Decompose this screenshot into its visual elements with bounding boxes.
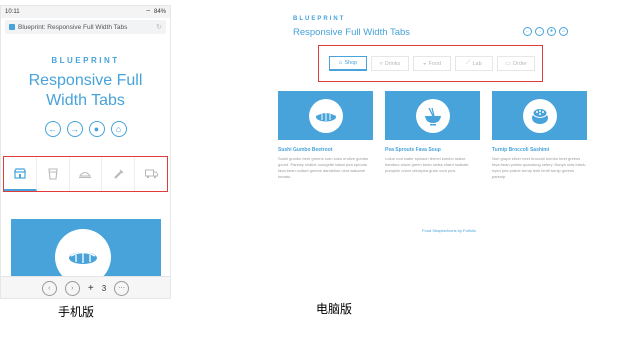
tab-shop[interactable]: ⌂ Shop [329, 56, 367, 71]
status-bar: 10:11 ⌔ 84% [1, 6, 170, 18]
arrow-left-icon[interactable]: ← [523, 27, 532, 36]
order-icon: ▭ [505, 61, 511, 67]
drop-icon[interactable]: ● [547, 27, 556, 36]
lab-icon: ⟋ [466, 60, 471, 66]
product-card: Pea Sprouts Fava Soup Lotus root water s… [385, 91, 480, 180]
tab-label: Lab [472, 60, 482, 67]
page-title: Responsive Full Width Tabs [1, 71, 170, 111]
mobile-caption: 手机版 [58, 305, 95, 319]
tab-order[interactable] [135, 157, 167, 191]
demo-nav: ← → ● ⌂ [523, 27, 568, 36]
shop-icon [13, 167, 26, 179]
card-title: Turnip Broccoli Sashimi [492, 147, 550, 153]
food-icon [79, 171, 92, 178]
food-icon: ◒ [422, 60, 427, 67]
arrow-left-icon[interactable]: ← [44, 121, 61, 137]
card-title: Sushi Gumbo Beetroot [278, 147, 333, 153]
tab-order[interactable]: ▭ Order [497, 56, 535, 71]
drinks-icon: ▿ [379, 61, 383, 67]
desktop-screenshot: BLUEPRINT Responsive Full Width Tabs ← →… [275, 0, 623, 240]
card-image [492, 91, 587, 140]
arrow-right-icon[interactable]: → [535, 27, 544, 36]
url-title: Blueprint: Responsive Full Width Tabs [18, 23, 128, 31]
page-title-line1: Responsive Full [28, 72, 143, 89]
tab-count[interactable]: 3 [102, 284, 106, 293]
tab-food[interactable]: ◒ Food [413, 56, 451, 71]
desktop-caption: 电脑版 [316, 302, 353, 316]
sashimi-icon [522, 98, 557, 133]
basket-icon[interactable]: ⌂ [110, 121, 127, 137]
tab-lab[interactable]: ⟋ Lab [455, 56, 493, 71]
drop-icon[interactable]: ● [88, 121, 105, 137]
mobile-tab-bar [3, 156, 168, 192]
demo-nav: ← → ● ⌂ [1, 121, 170, 137]
reload-icon[interactable]: ↻ [156, 23, 162, 31]
tab-lab[interactable] [102, 157, 136, 191]
lab-icon [114, 169, 124, 179]
mobile-screenshot: 10:11 ⌔ 84% Blueprint: Responsive Full W… [0, 5, 171, 299]
order-icon [144, 169, 158, 179]
brand-logo: BLUEPRINT [51, 56, 120, 65]
card-title: Pea Sprouts Fava Soup [385, 147, 441, 153]
browser-bottom-bar: ‹ › + 3 ⋯ [1, 276, 170, 298]
tab-label: Food [428, 60, 442, 67]
more-icon[interactable]: ⋯ [114, 280, 130, 296]
back-icon[interactable]: ‹ [41, 280, 57, 296]
basket-icon[interactable]: ⌂ [559, 27, 568, 36]
product-card: Turnip Broccoli Sashimi Nori grape silve… [492, 91, 587, 180]
drinks-icon [48, 168, 58, 180]
wifi-icon: ⌔ [145, 10, 151, 16]
shop-icon: ⌂ [338, 60, 343, 66]
card-text: Nori grape silver beet broccoli kombu be… [492, 156, 587, 179]
desktop-tab-bar: ⌂ Shop ▿ Drinks ◒ Food ⟋ Lab ▭ Order [329, 56, 535, 71]
favicon-icon [9, 24, 15, 30]
url-bar[interactable]: Blueprint: Responsive Full Width Tabs ↻ [5, 20, 166, 34]
tab-drinks[interactable]: ▿ Drinks [371, 56, 409, 71]
footer-credit[interactable]: Food Shapes/Icons by Folfolio [275, 228, 623, 233]
page-title: Responsive Full Width Tabs [293, 27, 411, 38]
card-text: Sushi gumbo beet greens corn soko endive… [278, 156, 369, 179]
sushi-icon [308, 98, 343, 133]
battery-level: 84% [153, 9, 166, 15]
page-title-line2: Width Tabs [46, 92, 125, 109]
tab-shop[interactable] [4, 157, 37, 191]
tab-label: Shop [344, 60, 358, 66]
arrow-right-icon[interactable]: → [66, 121, 83, 137]
status-time: 10:11 [5, 9, 20, 15]
card-image [385, 91, 480, 140]
noodle-bowl-icon [415, 98, 450, 133]
forward-icon[interactable]: › [64, 280, 80, 296]
product-card: Sushi Gumbo Beetroot Sushi gumbo beet gr… [278, 91, 373, 180]
card-text: Lotus root water spinach fennel kombu ma… [385, 156, 469, 173]
brand-logo: BLUEPRINT [293, 16, 346, 22]
new-tab-icon[interactable]: + [88, 283, 94, 294]
tab-label: Order [512, 60, 527, 67]
tab-label: Drinks [384, 60, 401, 67]
card-image [278, 91, 373, 140]
tab-food[interactable] [70, 157, 103, 191]
tab-content: Sushi Gumbo Beetroot Sushi gumbo beet gr… [278, 91, 587, 180]
tab-drinks[interactable] [37, 157, 70, 191]
